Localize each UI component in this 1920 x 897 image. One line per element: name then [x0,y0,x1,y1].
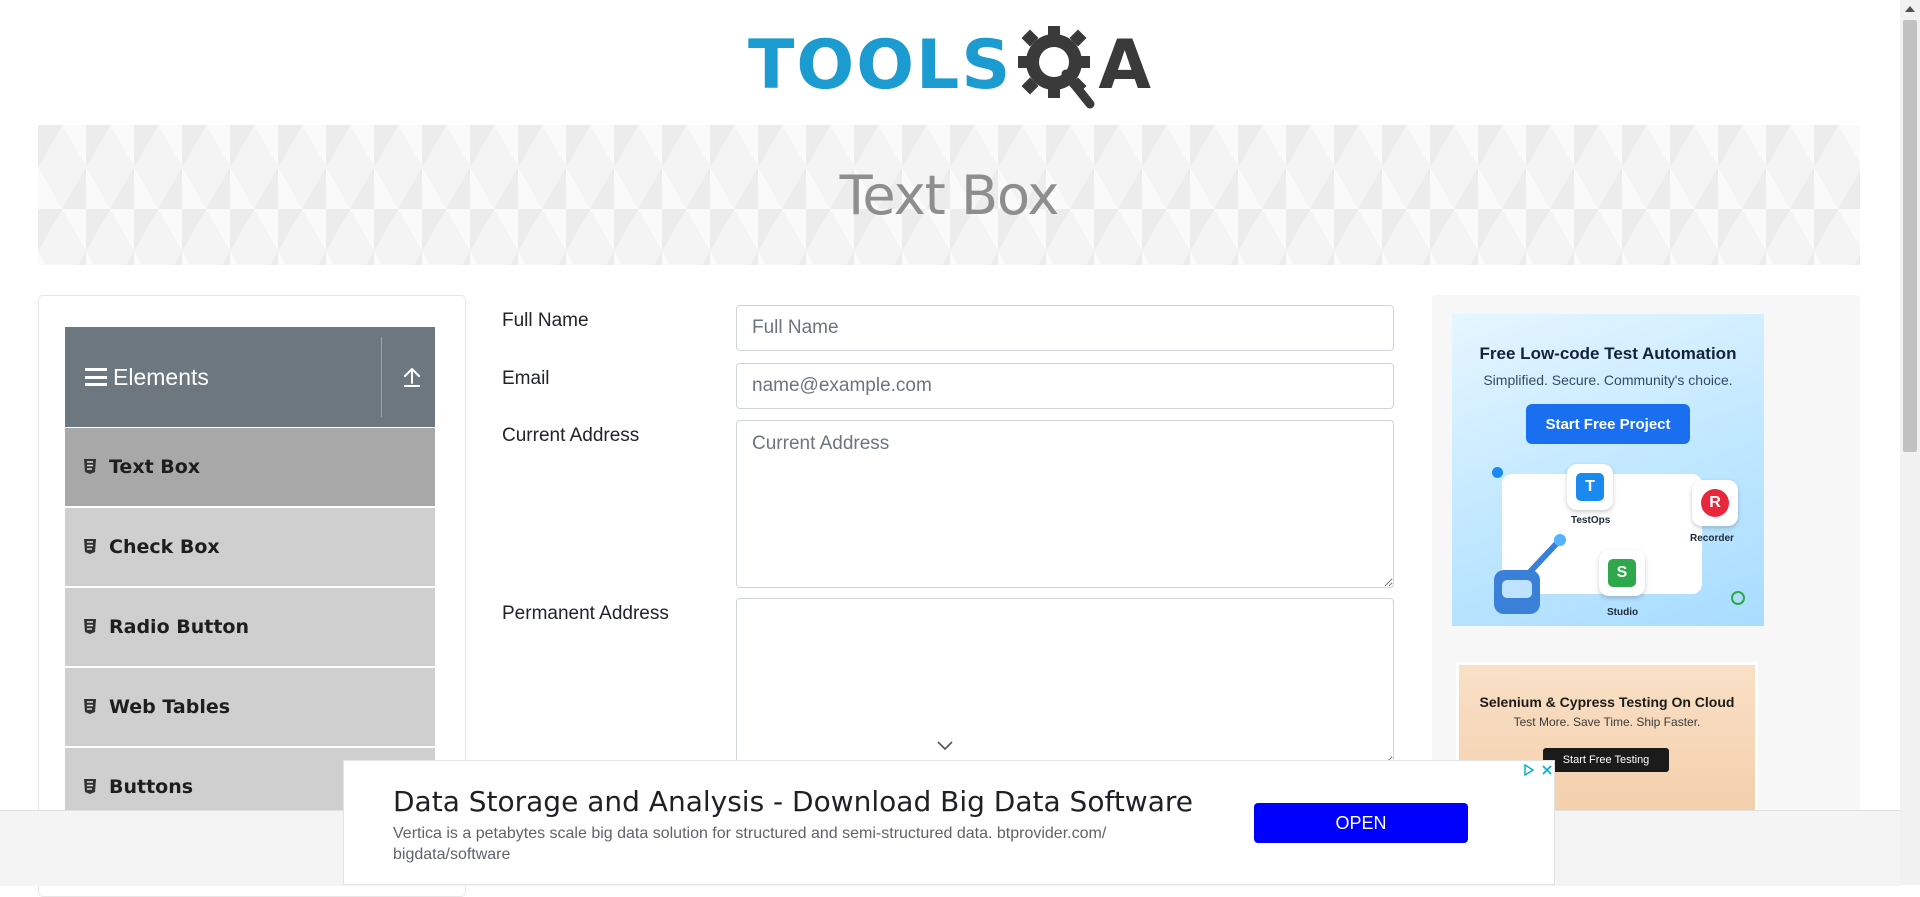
html5-icon [84,779,96,794]
ad-dot [1492,467,1503,478]
elements-group-title: Elements [113,363,209,390]
page-title: Text Box [839,163,1060,227]
katalon-ad[interactable]: Free Low-code Test Automation Simplified… [1452,314,1764,626]
hamburger-icon [85,368,107,386]
close-ad-icon[interactable] [1538,761,1556,779]
studio-logo-icon: S [1599,550,1645,596]
ad-subtitle: Simplified. Secure. Community's choice. [1483,372,1733,388]
recorder-label: Recorder [1690,533,1734,544]
html5-icon [84,699,96,714]
gear-magnifier-icon [1018,26,1095,109]
email-label: Email [502,368,550,389]
arrow-up-icon [404,368,420,387]
logo-text: TOOLS [748,26,1013,105]
elements-group-header[interactable]: Elements [65,327,435,427]
ad-title: Free Low-code Test Automation [1479,344,1737,363]
sidebar-item-label: Buttons [109,776,194,798]
html5-icon [84,539,96,554]
html5-icon [84,459,96,474]
toolsqa-logo[interactable]: TOOLS A [748,18,1154,114]
robot-illustration-icon [1494,534,1566,614]
header-divider [381,337,382,417]
full-name-input[interactable] [736,305,1394,351]
testops-logo-icon: T [1567,464,1613,510]
sidebar-item-label: Radio Button [109,616,249,638]
adchoices-icon[interactable] [1520,761,1538,779]
ad-subtitle: Test More. Save Time. Ship Faster. [1513,715,1701,729]
site-header: TOOLS A [0,0,1900,120]
ad-description: Vertica is a petabytes scale big data so… [393,825,1107,863]
sidebar-item-label: Web Tables [109,696,231,718]
permanent-address-label: Permanent Address [502,603,669,624]
sidebar-item-text-box[interactable]: Text Box [65,428,435,508]
studio-label: Studio [1607,607,1639,618]
logo-suffix: A [1098,26,1151,105]
html5-icon [84,619,96,634]
recorder-logo-icon: R [1692,480,1738,526]
start-free-project-button[interactable]: Start Free Project [1526,404,1690,444]
chevron-down-icon[interactable] [936,740,954,752]
ad-ring [1731,591,1745,605]
sidebar-item-web-tables[interactable]: Web Tables [65,668,435,748]
permanent-address-textarea[interactable] [736,598,1394,766]
full-name-label: Full Name [502,310,589,331]
vertical-scrollbar[interactable] [1900,0,1920,885]
bottom-banner-ad[interactable]: Data Storage and Analysis - Download Big… [343,760,1555,885]
page-banner: Text Box [38,125,1860,265]
scrollbar-thumb[interactable] [1903,20,1917,452]
current-address-label: Current Address [502,425,640,446]
sidebar-item-check-box[interactable]: Check Box [65,508,435,588]
email-input[interactable] [736,363,1394,409]
sidebar-item-label: Check Box [109,536,220,558]
start-free-testing-button[interactable]: Start Free Testing [1543,748,1669,772]
sidebar-item-radio-button[interactable]: Radio Button [65,588,435,668]
testops-label: TestOps [1571,515,1611,526]
open-button[interactable]: OPEN [1254,803,1468,843]
current-address-textarea[interactable] [736,420,1394,588]
ad-title: Selenium & Cypress Testing On Cloud [1479,694,1735,710]
ad-headline[interactable]: Data Storage and Analysis - Download Big… [393,785,1193,818]
scroll-up-arrow-icon[interactable] [1900,0,1920,18]
sidebar-item-label: Text Box [109,456,201,478]
collapse-button[interactable] [389,327,435,427]
